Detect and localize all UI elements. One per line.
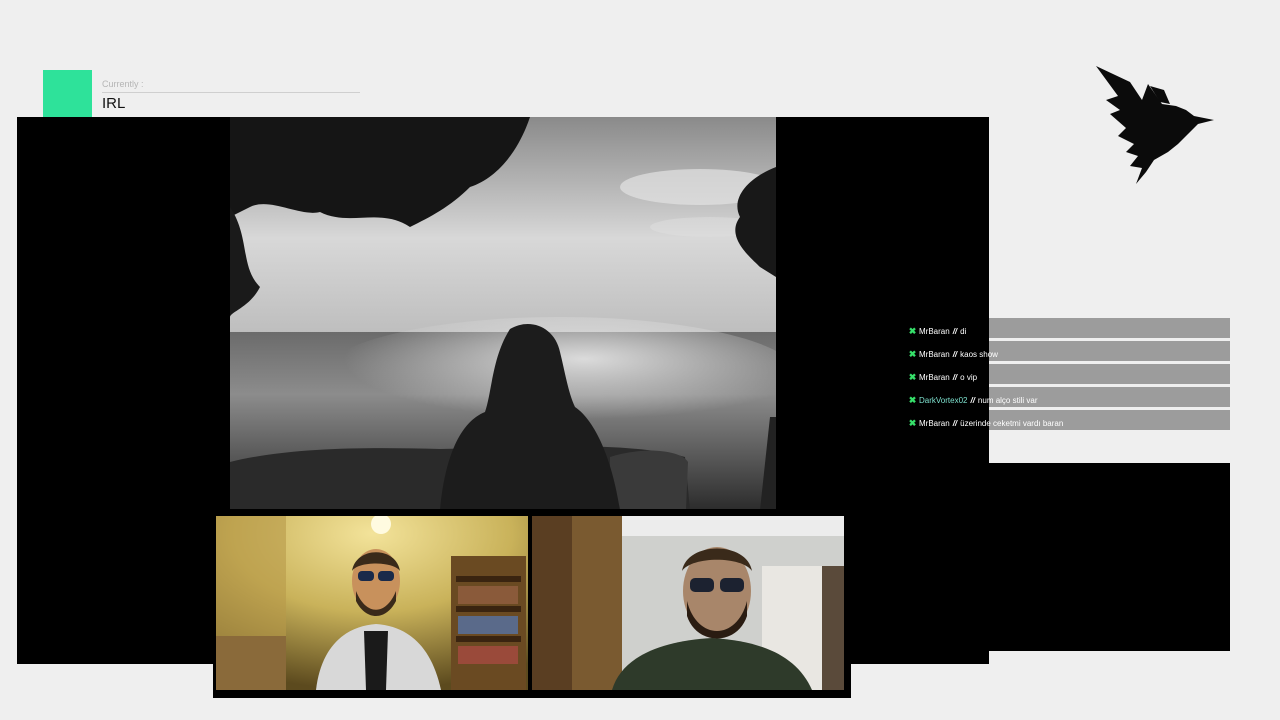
- chat-message: ✖ MrBaran // üzerinde ceketmi vardı bara…: [906, 412, 1236, 435]
- x-badge-icon: ✖: [908, 326, 917, 336]
- chat-message: ✖ MrBaran // kaos show: [906, 343, 1236, 366]
- category-divider: [102, 92, 360, 93]
- chat-message: ✖ MrBaran // o vip: [906, 366, 1236, 389]
- category-caption: Currently :: [102, 79, 144, 89]
- x-badge-icon: ✖: [908, 395, 917, 405]
- chat-text: o vip: [960, 373, 978, 382]
- chat-username: DarkVortex02: [919, 396, 968, 405]
- chat-separator: //: [952, 350, 958, 359]
- grayscale-seascape-photo: [230, 117, 776, 510]
- chat-username: MrBaran: [919, 350, 950, 359]
- chat-message: ✖ MrBaran // di: [906, 320, 1236, 343]
- chat-text: num alço stili var: [977, 396, 1038, 405]
- category-accent-square: [43, 70, 92, 117]
- webcam-right: [532, 516, 844, 690]
- chat-text: di: [960, 327, 967, 336]
- chat-message: ✖ DarkVortex02 // num alço stili var: [906, 389, 1236, 412]
- chat-username: MrBaran: [919, 327, 950, 336]
- side-panel: [989, 463, 1230, 651]
- chat-separator: //: [952, 327, 958, 336]
- stream-overlay: Currently : IRL ✖ MrBaran // di ✖ MrBara…: [0, 0, 1280, 720]
- chat-text: üzerinde ceketmi vardı baran: [960, 419, 1064, 428]
- chat-text: kaos show: [960, 350, 998, 359]
- x-badge-icon: ✖: [908, 418, 917, 428]
- chat-username: MrBaran: [919, 419, 950, 428]
- category-value: IRL: [102, 95, 126, 112]
- chat-username: MrBaran: [919, 373, 950, 382]
- chat-separator: //: [952, 419, 958, 428]
- chat-separator: //: [970, 396, 975, 405]
- chat-list: ✖ MrBaran // di ✖ MrBaran // kaos show ✖…: [906, 320, 1236, 435]
- x-badge-icon: ✖: [908, 349, 917, 359]
- x-badge-icon: ✖: [908, 372, 917, 382]
- bird-logo-icon: [1090, 60, 1220, 190]
- chat-separator: //: [952, 373, 958, 382]
- webcam-left: [216, 516, 528, 690]
